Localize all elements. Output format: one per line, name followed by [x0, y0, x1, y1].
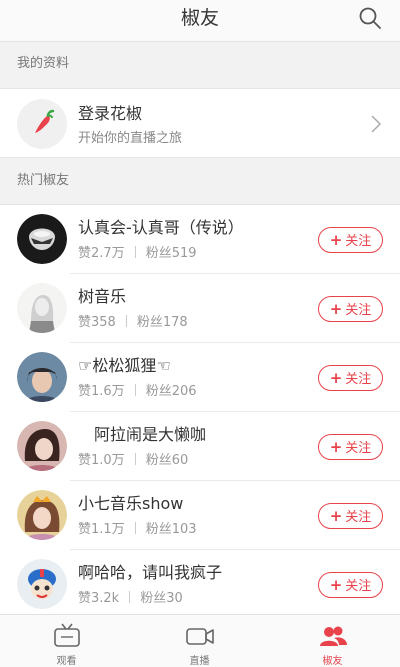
page-title: 椒友 — [180, 7, 219, 29]
likes-count: 赞1.6万 — [78, 384, 125, 399]
follow-button[interactable]: + 关注 — [318, 503, 383, 529]
plus-icon: + — [329, 369, 343, 387]
fans-count: 粉丝30 — [140, 591, 183, 606]
plus-icon: + — [329, 576, 343, 594]
chevron-right-icon — [371, 115, 382, 133]
follow-button[interactable]: + 关注 — [318, 365, 383, 391]
avatar — [17, 214, 67, 264]
tab-live[interactable]: 直播 — [133, 615, 266, 667]
user-name: ☞松松狐狸☜ — [78, 356, 171, 375]
user-name: 啊哈哈，请叫我疯子 — [78, 563, 223, 582]
login-title: 登录花椒 — [78, 104, 143, 123]
fans-count: 粉丝519 — [145, 246, 197, 261]
list-item[interactable]: 认真会-认真哥（传说） 赞2.7万 粉丝519 + 关注 — [0, 205, 400, 274]
avatar — [17, 490, 67, 540]
fans-count: 粉丝103 — [145, 522, 197, 537]
follow-button[interactable]: + 关注 — [318, 227, 383, 253]
follow-button[interactable]: + 关注 — [318, 572, 383, 598]
avatar — [17, 559, 67, 609]
likes-count: 赞2.7万 — [78, 246, 125, 261]
fans-count: 粉丝206 — [145, 384, 197, 399]
user-name: 阿拉闹是大懒咖 — [78, 425, 207, 444]
user-name: 认真会-认真哥（传说） — [78, 218, 244, 237]
avatar — [17, 421, 67, 471]
list-item[interactable]: 阿拉闹是大懒咖 赞1.0万 粉丝60 + 关注 — [0, 412, 400, 481]
user-name: 小七音乐show — [78, 494, 184, 513]
login-row[interactable]: 登录花椒 开始你的直播之旅 — [0, 88, 400, 158]
user-list: 认真会-认真哥（传说） 赞2.7万 粉丝519 + 关注 树音乐 赞358 粉丝178… — [0, 204, 400, 614]
user-name: 树音乐 — [78, 287, 127, 306]
pepper-logo-icon — [17, 99, 67, 149]
list-item[interactable]: 树音乐 赞358 粉丝178 + 关注 — [0, 274, 400, 343]
tv-icon — [53, 623, 80, 647]
login-subtitle: 开始你的直播之旅 — [78, 131, 183, 146]
tab-label: 椒友 — [322, 656, 343, 667]
avatar — [17, 352, 67, 402]
likes-count: 赞358 — [78, 315, 116, 330]
plus-icon: + — [329, 231, 343, 249]
section-header-profile: 我的资料 — [0, 42, 400, 86]
bottom-tab-bar: 观看 直播 椒友 — [0, 614, 400, 667]
plus-icon: + — [329, 507, 343, 525]
section-header-hot: 热门椒友 — [0, 159, 400, 203]
top-bar: 椒友 — [0, 0, 400, 42]
list-item[interactable]: 小七音乐show 赞1.1万 粉丝103 + 关注 — [0, 481, 400, 550]
follow-button[interactable]: + 关注 — [318, 434, 383, 460]
tab-friends[interactable]: 椒友 — [266, 615, 399, 667]
tab-watch[interactable]: 观看 — [0, 615, 133, 667]
search-icon[interactable] — [358, 6, 382, 30]
friends-icon — [319, 626, 347, 646]
follow-button[interactable]: + 关注 — [318, 296, 383, 322]
avatar — [17, 283, 67, 333]
likes-count: 赞1.1万 — [78, 522, 125, 537]
list-item[interactable]: 啊哈哈，请叫我疯子 赞3.2k 粉丝30 + 关注 — [0, 550, 400, 614]
fans-count: 粉丝178 — [136, 315, 188, 330]
list-item[interactable]: ☞松松狐狸☜ 赞1.6万 粉丝206 + 关注 — [0, 343, 400, 412]
fans-count: 粉丝60 — [145, 453, 189, 468]
plus-icon: + — [329, 300, 343, 318]
tab-label: 直播 — [189, 656, 210, 667]
likes-count: 赞3.2k — [78, 591, 120, 606]
tab-label: 观看 — [56, 656, 77, 667]
plus-icon: + — [329, 438, 343, 456]
camera-icon — [185, 628, 214, 645]
likes-count: 赞1.0万 — [78, 453, 125, 468]
